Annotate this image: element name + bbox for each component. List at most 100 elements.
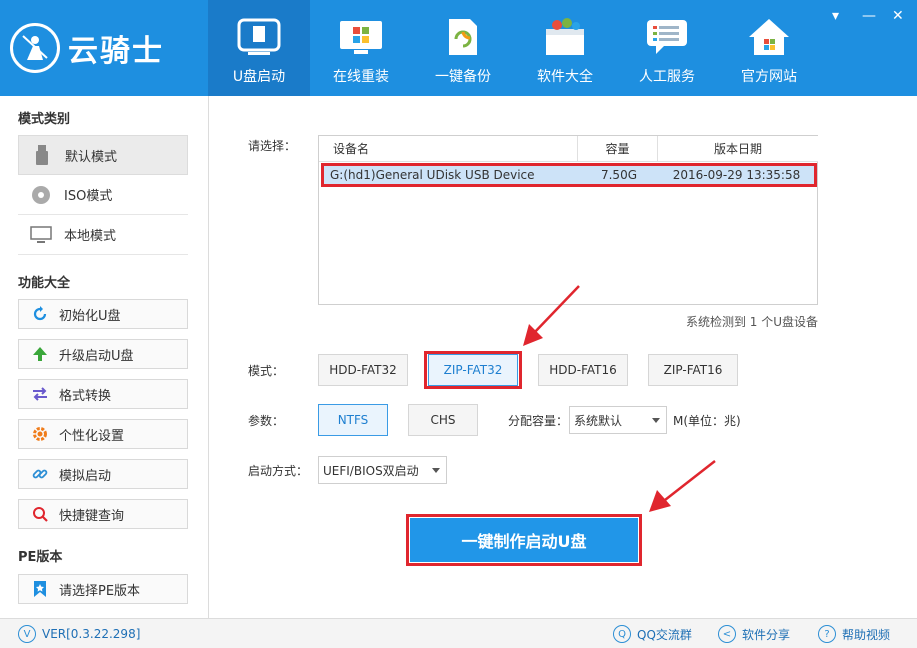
format-convert-button[interactable]: 格式转换 — [18, 379, 188, 409]
nav-human-service[interactable]: 人工服务 — [616, 0, 718, 96]
nav-label: 官方网站 — [741, 69, 797, 85]
upgrade-arrow-icon — [31, 346, 49, 362]
nav-online-reinstall[interactable]: 在线重装 — [310, 0, 412, 96]
top-nav: U盘启动 在线重装 一键备份 软件大全 人工服务 官方网站 — [208, 0, 820, 96]
minimize-button[interactable]: — — [862, 8, 876, 24]
func-label: 初始化U盘 — [59, 308, 121, 324]
status-bar: V VER[0.3.22.298] Q QQ交流群 < 软件分享 ? 帮助视频 — [0, 618, 917, 648]
search-icon — [31, 506, 49, 522]
mode-default[interactable]: 默认模式 — [18, 135, 188, 175]
boot-label: 启动方式： — [248, 464, 309, 478]
nav-one-key-backup[interactable]: 一键备份 — [412, 0, 514, 96]
upgrade-usb-button[interactable]: 升级启动U盘 — [18, 339, 188, 369]
app-header: 云骑士 U盘启动 在线重装 一键备份 软件大全 人工服务 官方网站 ▾ — ✕ — [0, 0, 917, 96]
func-label: 请选择PE版本 — [59, 583, 141, 599]
annotation-arrow-icon — [649, 460, 716, 512]
refresh-icon — [31, 306, 49, 322]
gear-icon — [31, 426, 49, 442]
highlight-frame — [406, 514, 642, 566]
mode-iso[interactable]: ISO模式 — [18, 175, 188, 215]
param-label: 参数： — [248, 414, 285, 428]
capacity-cell: 7.50G — [600, 168, 638, 182]
alloc-label: 分配容量： — [508, 414, 569, 428]
help-text: 帮助视频 — [842, 627, 891, 642]
link-icon — [31, 466, 49, 482]
close-button[interactable]: ✕ — [892, 8, 904, 24]
convert-arrows-icon — [31, 386, 49, 402]
bookmark-icon — [31, 581, 49, 597]
column-header-capacity: 容量 — [578, 136, 658, 162]
help-icon: ? — [818, 625, 836, 643]
boot-select[interactable]: UEFI/BIOS双启动 — [318, 456, 447, 484]
func-label: 快捷键查询 — [59, 508, 125, 524]
mode-heading: 模式类别 — [18, 112, 71, 127]
disc-icon — [30, 185, 52, 205]
qq-group-link[interactable]: Q QQ交流群 — [613, 625, 692, 643]
nav-usb-boot[interactable]: U盘启动 — [208, 0, 310, 96]
version-info: V VER[0.3.22.298] — [18, 625, 140, 643]
device-status-text: 系统检测到 1 个U盘设备 — [685, 315, 818, 329]
pe-heading: PE版本 — [18, 550, 63, 565]
chat-service-icon — [644, 16, 690, 58]
alloc-value: 系统默认 — [574, 413, 623, 428]
personalize-button[interactable]: 个性化设置 — [18, 419, 188, 449]
windows-monitor-icon — [338, 16, 384, 58]
share-icon: < — [718, 625, 736, 643]
highlight-frame — [424, 351, 522, 389]
nav-label: 软件大全 — [537, 69, 593, 85]
version-logo-icon: V — [18, 625, 36, 643]
mode-hdd-fat32-button[interactable]: HDD-FAT32 — [318, 354, 408, 386]
mode-hdd-fat16-button[interactable]: HDD-FAT16 — [538, 354, 628, 386]
menu-dropdown-button[interactable]: ▾ — [832, 8, 839, 24]
qq-icon: Q — [613, 625, 631, 643]
sidebar: 模式类别 默认模式 ISO模式 本地模式 功能大全 初始化U盘 升级启动U盘 格… — [0, 96, 209, 618]
nav-software-center[interactable]: 软件大全 — [514, 0, 616, 96]
simulate-boot-button[interactable]: 模拟启动 — [18, 459, 188, 489]
share-text: 软件分享 — [742, 627, 791, 642]
hotkey-query-button[interactable]: 快捷键查询 — [18, 499, 188, 529]
func-label: 模拟启动 — [59, 468, 112, 484]
mode-label: 默认模式 — [65, 149, 118, 165]
knight-logo-icon — [10, 23, 60, 73]
mode-local[interactable]: 本地模式 — [18, 215, 188, 255]
mode-zip-fat16-button[interactable]: ZIP-FAT16 — [648, 354, 738, 386]
app-logo: 云骑士 — [0, 0, 208, 96]
device-table[interactable]: 设备名 容量 版本日期 G:(hd1)General UDisk USB Dev… — [318, 135, 818, 305]
nav-label: 一键备份 — [435, 69, 491, 85]
select-label: 请选择： — [248, 139, 297, 153]
help-video-link[interactable]: ? 帮助视频 — [818, 625, 890, 643]
software-box-icon — [542, 16, 588, 58]
mode-label: 本地模式 — [64, 229, 117, 244]
version-text: VER[0.3.22.298] — [42, 627, 141, 641]
alloc-select[interactable]: 系统默认 — [569, 406, 667, 434]
software-share-link[interactable]: < 软件分享 — [718, 625, 790, 643]
usb-stick-icon — [31, 145, 53, 165]
func-label: 个性化设置 — [59, 428, 125, 444]
nav-label: 在线重装 — [333, 69, 389, 85]
init-usb-button[interactable]: 初始化U盘 — [18, 299, 188, 329]
home-icon — [746, 16, 792, 58]
annotation-arrow-icon — [523, 285, 580, 346]
nav-official-site[interactable]: 官方网站 — [718, 0, 820, 96]
device-name-cell: G:(hd1)General UDisk USB Device — [330, 168, 535, 182]
chevron-down-icon — [432, 468, 440, 473]
monitor-icon — [30, 225, 52, 244]
select-pe-button[interactable]: 请选择PE版本 — [18, 574, 188, 604]
mode-label: 模式： — [248, 364, 285, 378]
func-heading: 功能大全 — [18, 276, 71, 291]
boot-value: UEFI/BIOS双启动 — [323, 463, 419, 478]
param-chs-button[interactable]: CHS — [408, 404, 478, 436]
alloc-unit: M(单位：兆) — [673, 414, 741, 428]
usb-drive-icon — [236, 16, 282, 58]
nav-label: U盘启动 — [232, 69, 286, 85]
column-header-device: 设备名 — [319, 136, 578, 162]
column-header-date: 版本日期 — [658, 136, 818, 162]
mode-label: ISO模式 — [64, 189, 113, 204]
nav-label: 人工服务 — [639, 69, 695, 85]
app-title: 云骑士 — [68, 34, 164, 69]
table-row[interactable]: G:(hd1)General UDisk USB Device 7.50G 20… — [321, 163, 817, 187]
param-ntfs-button[interactable]: NTFS — [318, 404, 388, 436]
func-label: 升级启动U盘 — [59, 348, 134, 364]
date-cell: 2016-09-29 13:35:58 — [672, 168, 801, 182]
chevron-down-icon — [652, 418, 660, 423]
